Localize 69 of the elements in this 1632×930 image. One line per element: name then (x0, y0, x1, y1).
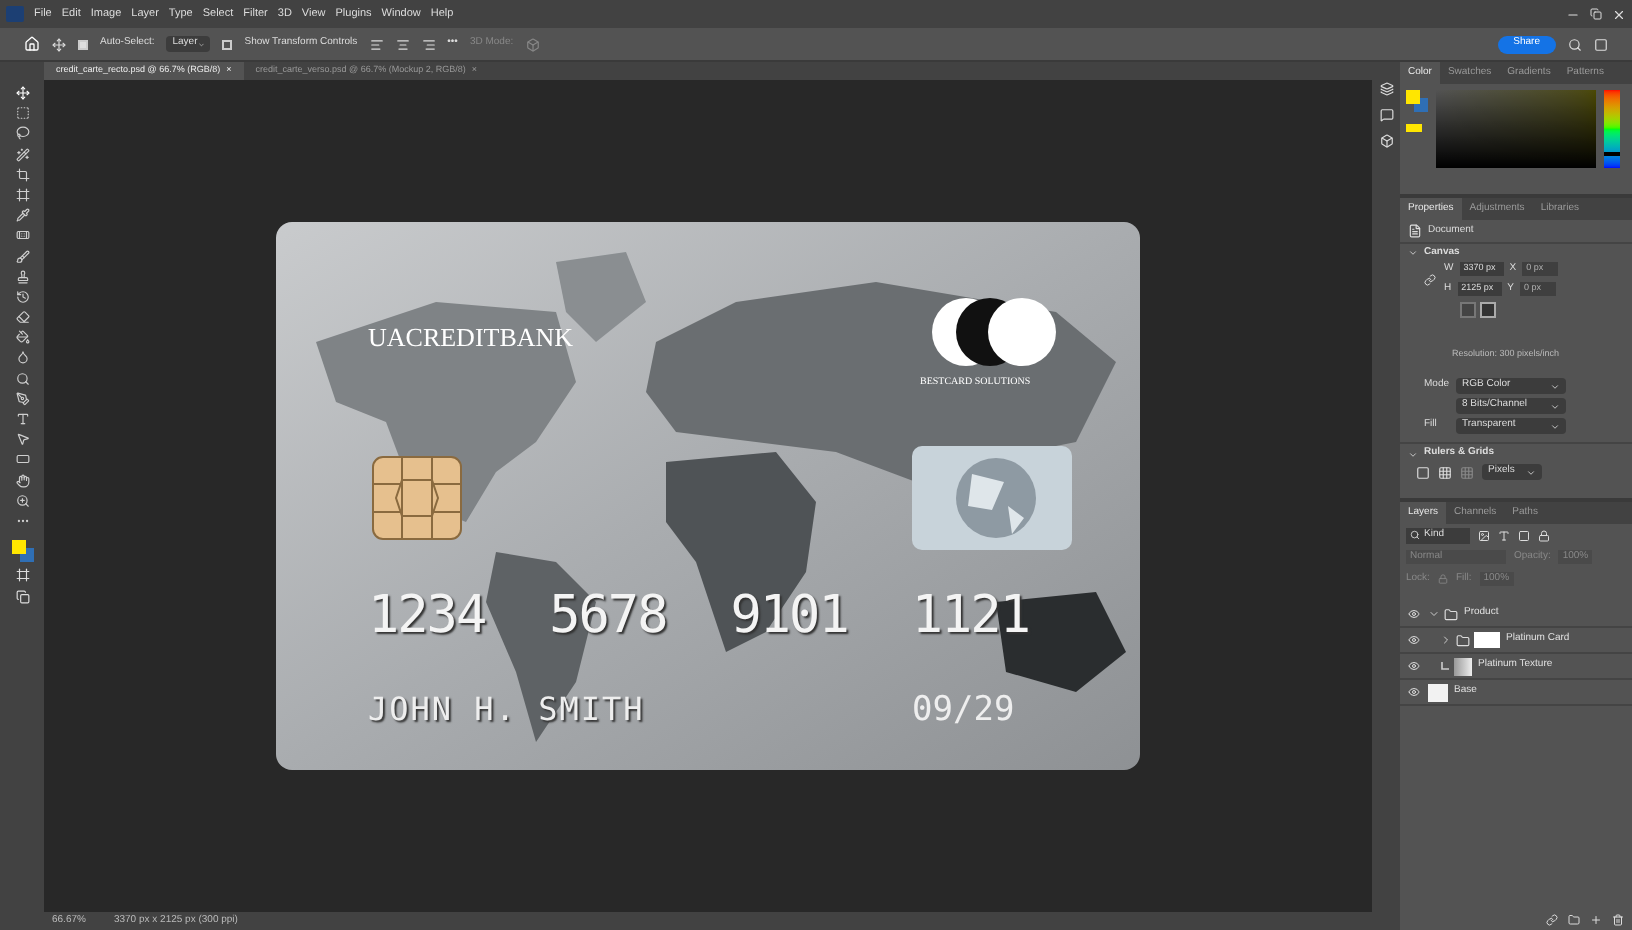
magic-wand-icon[interactable] (15, 147, 29, 162)
screen-mode-icon[interactable] (15, 589, 29, 603)
hue-slider[interactable] (1604, 90, 1620, 168)
align-center-icon[interactable] (395, 37, 410, 51)
caret-icon (1526, 467, 1536, 477)
guides-icon[interactable] (1438, 465, 1452, 479)
comment-icon[interactable] (1379, 108, 1393, 122)
brush-tool-icon[interactable] (15, 249, 29, 263)
link-icon[interactable] (1424, 273, 1436, 285)
restore-icon[interactable] (1590, 8, 1602, 20)
visibility-eye-icon[interactable] (1408, 634, 1420, 646)
panel-icon[interactable] (1379, 82, 1393, 96)
rectangle-tool-icon[interactable] (15, 452, 29, 467)
color-swatches-icon[interactable] (11, 540, 33, 563)
align-right-icon[interactable] (421, 37, 436, 51)
search-icon[interactable] (1568, 37, 1582, 51)
workspace-icon[interactable] (1594, 37, 1608, 51)
trash-icon[interactable] (1612, 914, 1624, 926)
move-tool-icon[interactable] (15, 86, 29, 100)
shape-filter-icon[interactable] (1518, 529, 1530, 541)
move-tool-icon[interactable] (52, 37, 66, 51)
add-layer-icon[interactable] (1590, 914, 1602, 926)
checkbox[interactable] (78, 39, 88, 49)
folder-icon[interactable] (1568, 914, 1580, 926)
quick-mask-icon[interactable] (15, 568, 29, 583)
landscape-orientation-icon[interactable] (1480, 302, 1496, 318)
link-icon[interactable] (1546, 914, 1558, 926)
visibility-eye-icon[interactable] (1408, 686, 1420, 698)
visibility-eye-icon[interactable] (1408, 660, 1420, 672)
color-swatches-icon[interactable] (1406, 90, 1428, 112)
image-filter-icon[interactable] (1478, 529, 1490, 541)
app-logo-icon (6, 6, 24, 22)
blur-tool-icon[interactable] (15, 350, 29, 365)
healing-tool-icon[interactable] (15, 228, 29, 243)
collapse-caret-icon[interactable] (1408, 248, 1418, 258)
eyedropper-icon[interactable] (15, 208, 29, 223)
type-filter-icon[interactable] (1498, 529, 1510, 541)
pen-tool-icon[interactable] (15, 391, 29, 406)
home-icon[interactable] (24, 36, 40, 52)
layer-mask-thumbnail (1474, 632, 1500, 648)
checkbox[interactable] (222, 39, 233, 49)
align-left-icon[interactable] (369, 37, 384, 51)
stamp-tool-icon[interactable] (15, 269, 29, 284)
type-tool-icon[interactable] (15, 412, 29, 426)
visibility-eye-icon[interactable] (1408, 608, 1420, 620)
hand-tool-icon[interactable] (15, 473, 29, 488)
hue-slider-thumb[interactable] (1604, 152, 1620, 157)
zoom-tool-icon[interactable] (15, 493, 29, 508)
history-brush-icon[interactable] (15, 289, 29, 304)
selection-arrow-icon[interactable] (15, 432, 29, 447)
folder-icon (1456, 633, 1470, 647)
lock-filter-icon[interactable] (1538, 529, 1550, 541)
eraser-tool-icon[interactable] (15, 310, 29, 325)
gamut-warning-icon (1406, 124, 1422, 132)
paint-bucket-icon[interactable] (15, 330, 29, 345)
bank-name: UACREDITBANK (368, 320, 574, 356)
chip-icon (372, 456, 462, 540)
document-icon (1408, 224, 1422, 238)
collapse-caret-icon[interactable] (1408, 449, 1418, 459)
brand-logo (930, 296, 1062, 368)
expiry-date: 09/29 (912, 688, 1015, 734)
folder-icon (1444, 607, 1458, 621)
card-number-group: 1234 (368, 578, 486, 656)
search-icon (1410, 530, 1420, 540)
crop-tool-icon[interactable] (15, 167, 29, 182)
hologram-icon (912, 446, 1072, 550)
frame-tool-icon[interactable] (15, 187, 29, 202)
close-icon[interactable] (1612, 7, 1626, 21)
lasso-tool-icon[interactable] (15, 126, 29, 141)
